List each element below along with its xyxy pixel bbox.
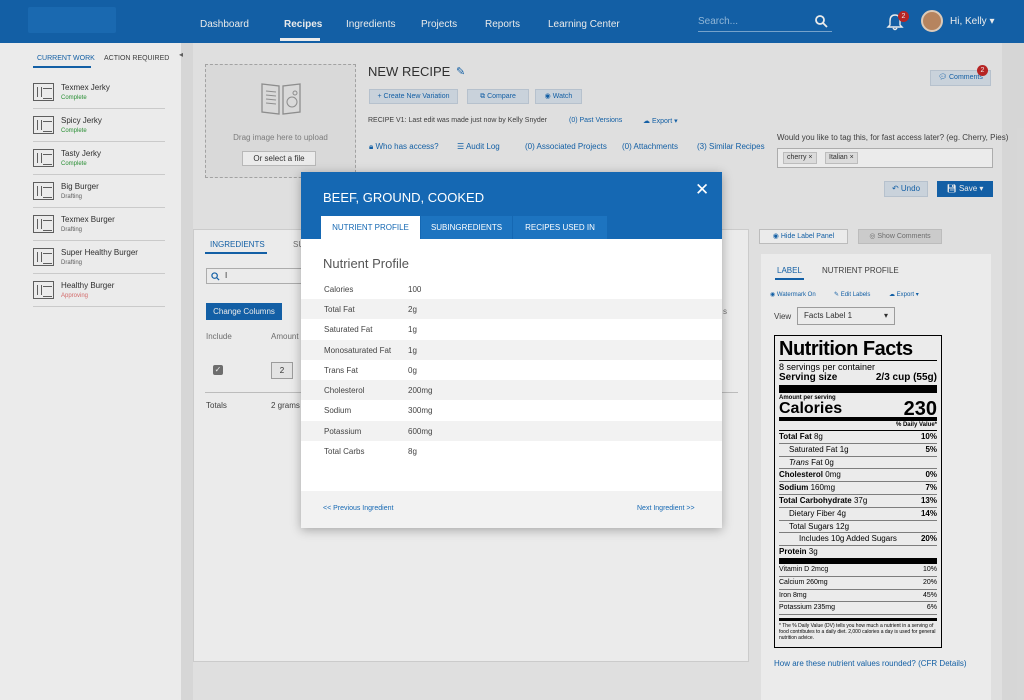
nutrient-name: Total Carbs xyxy=(324,447,365,456)
nutrient-name: Cholesterol xyxy=(324,386,365,395)
nutrient-name: Trans Fat xyxy=(324,366,358,375)
nutrient-row: Sodium 300mg xyxy=(301,400,722,420)
nutrient-row: Total Carbs 8g xyxy=(301,441,722,461)
nutrient-value: 0g xyxy=(408,366,417,375)
nutrient-value: 300mg xyxy=(408,406,433,415)
nutrient-name: Sodium xyxy=(324,406,352,415)
nutrient-name: Potassium xyxy=(324,427,362,436)
modal-title: BEEF, GROUND, COOKED xyxy=(323,190,485,205)
nutrient-value: 2g xyxy=(408,305,417,314)
nutrient-row: Calories 100 xyxy=(301,279,722,299)
close-icon[interactable]: ✕ xyxy=(695,180,709,200)
nutrient-value: 1g xyxy=(408,325,417,334)
nutrient-row: Trans Fat 0g xyxy=(301,360,722,380)
nutrient-value: 1g xyxy=(408,346,417,355)
nutrient-row: Potassium 600mg xyxy=(301,421,722,441)
previous-ingredient-link[interactable]: << Previous Ingredient xyxy=(323,505,393,512)
nutrient-name: Monosaturated Fat xyxy=(324,346,392,355)
nutrient-row: Saturated Fat 1g xyxy=(301,319,722,339)
tab-nutrient-profile[interactable]: NUTRIENT PROFILE xyxy=(321,216,420,239)
nutrient-name: Saturated Fat xyxy=(324,325,373,334)
nutrient-value: 200mg xyxy=(408,386,433,395)
nutrient-name: Total Fat xyxy=(324,305,355,314)
nutrient-value: 600mg xyxy=(408,427,433,436)
nutrient-name: Calories xyxy=(324,285,354,294)
next-ingredient-link[interactable]: Next Ingredient >> xyxy=(637,505,695,512)
tab-subingredients[interactable]: SUBINGREDIENTS xyxy=(421,216,512,239)
nutrient-row: Total Fat 2g xyxy=(301,299,722,319)
nutrient-row: Monosaturated Fat 1g xyxy=(301,340,722,360)
nutrient-value: 8g xyxy=(408,447,417,456)
nutrient-value: 100 xyxy=(408,285,422,294)
nutrient-row: Cholesterol 200mg xyxy=(301,380,722,400)
tab-recipes-used-in[interactable]: RECIPES USED IN xyxy=(513,216,607,239)
nutrient-profile-heading: Nutrient Profile xyxy=(323,256,409,271)
